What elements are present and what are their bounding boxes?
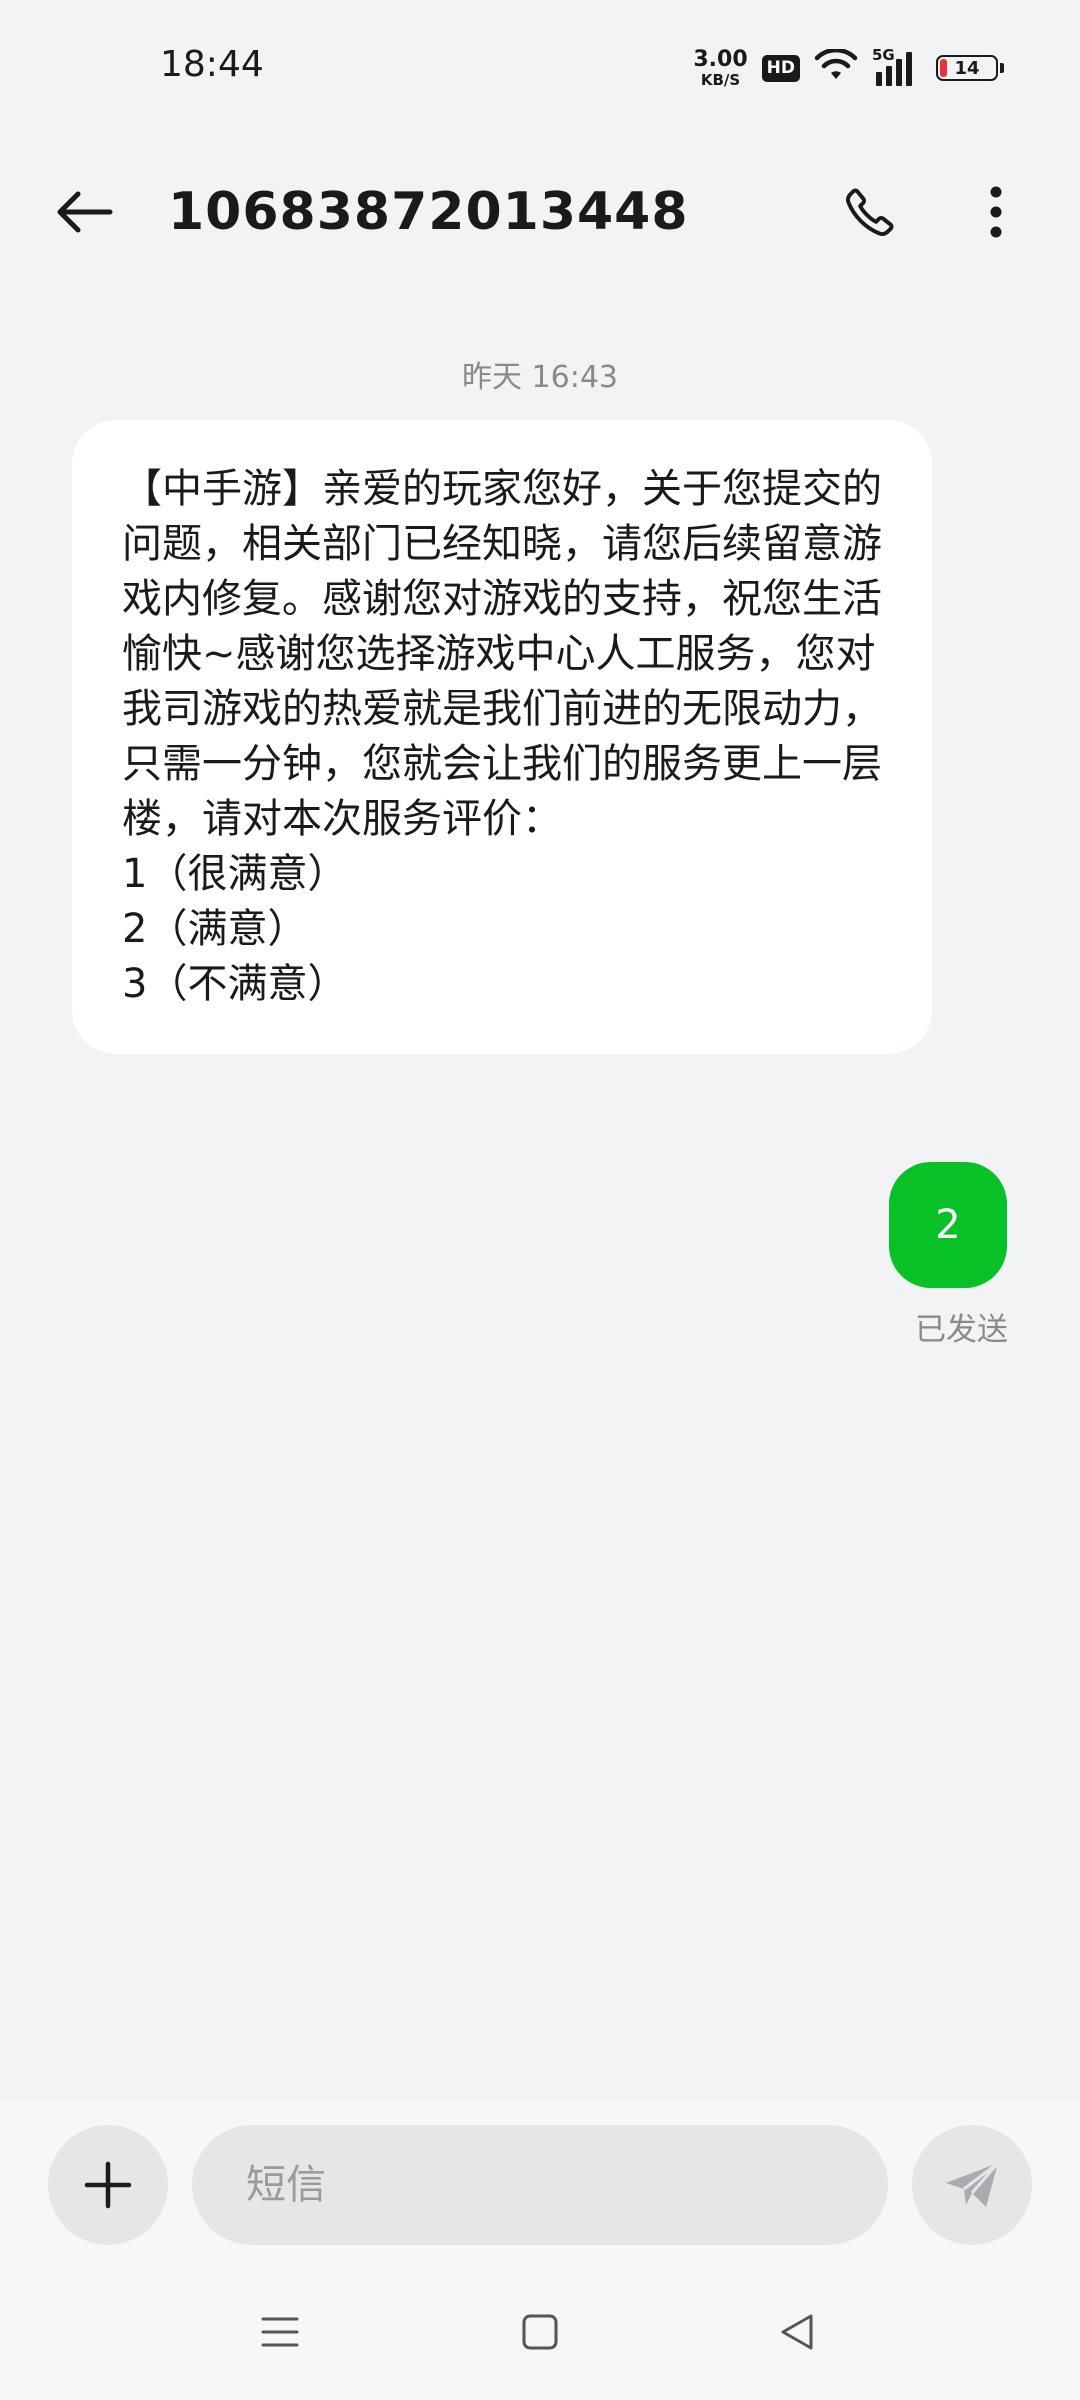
send-icon [946, 2161, 1000, 2207]
call-button[interactable] [830, 178, 910, 246]
status-bar: 18:44 3.00 KB/S HD 5G 14 [0, 0, 1080, 130]
system-navigation-bar [0, 2262, 1080, 2400]
wifi-icon [814, 47, 858, 87]
more-options-button[interactable] [966, 178, 1026, 246]
send-button[interactable] [912, 2125, 1032, 2245]
recents-button[interactable] [240, 2292, 320, 2372]
battery-level: 14 [954, 57, 980, 79]
incoming-message-bubble[interactable]: 【中手游】亲爱的玩家您好，关于您提交的问题，相关部门已经知晓，请您后续留意游戏内… [72, 420, 932, 1054]
network-speed: 3.00 KB/S [693, 46, 748, 89]
network-speed-unit: KB/S [700, 70, 741, 89]
network-speed-value: 3.00 [693, 46, 748, 72]
plus-icon [84, 2161, 132, 2209]
contact-title: 10683872013448 [168, 182, 689, 242]
home-square-icon [522, 2314, 558, 2350]
status-time: 18:44 [160, 44, 264, 85]
home-button[interactable] [500, 2292, 580, 2372]
phone-icon [846, 188, 894, 236]
cellular-signal-icon: 5G [872, 46, 922, 88]
back-triangle-icon [781, 2314, 813, 2350]
composer-bar [0, 2100, 1080, 2262]
message-sent-status: 已发送 [915, 1312, 1008, 1348]
attach-button[interactable] [48, 2125, 168, 2245]
hd-icon: HD [761, 54, 800, 82]
outgoing-message-bubble[interactable]: 2 [889, 1162, 1007, 1288]
system-back-button[interactable] [757, 2292, 837, 2372]
status-icons: 3.00 KB/S HD 5G 14 [693, 46, 1004, 90]
conversation-header: 10683872013448 [0, 150, 1080, 274]
more-vertical-icon [990, 186, 1002, 238]
battery-icon: 14 [936, 55, 1004, 81]
sms-conversation-screen: 18:44 3.00 KB/S HD 5G 14 10683872013448 … [0, 0, 1080, 2400]
message-timestamp: 昨天 16:43 [462, 360, 618, 395]
back-button[interactable] [46, 178, 122, 246]
arrow-left-icon [57, 191, 113, 233]
menu-icon [261, 2317, 299, 2347]
message-input[interactable] [192, 2125, 888, 2245]
